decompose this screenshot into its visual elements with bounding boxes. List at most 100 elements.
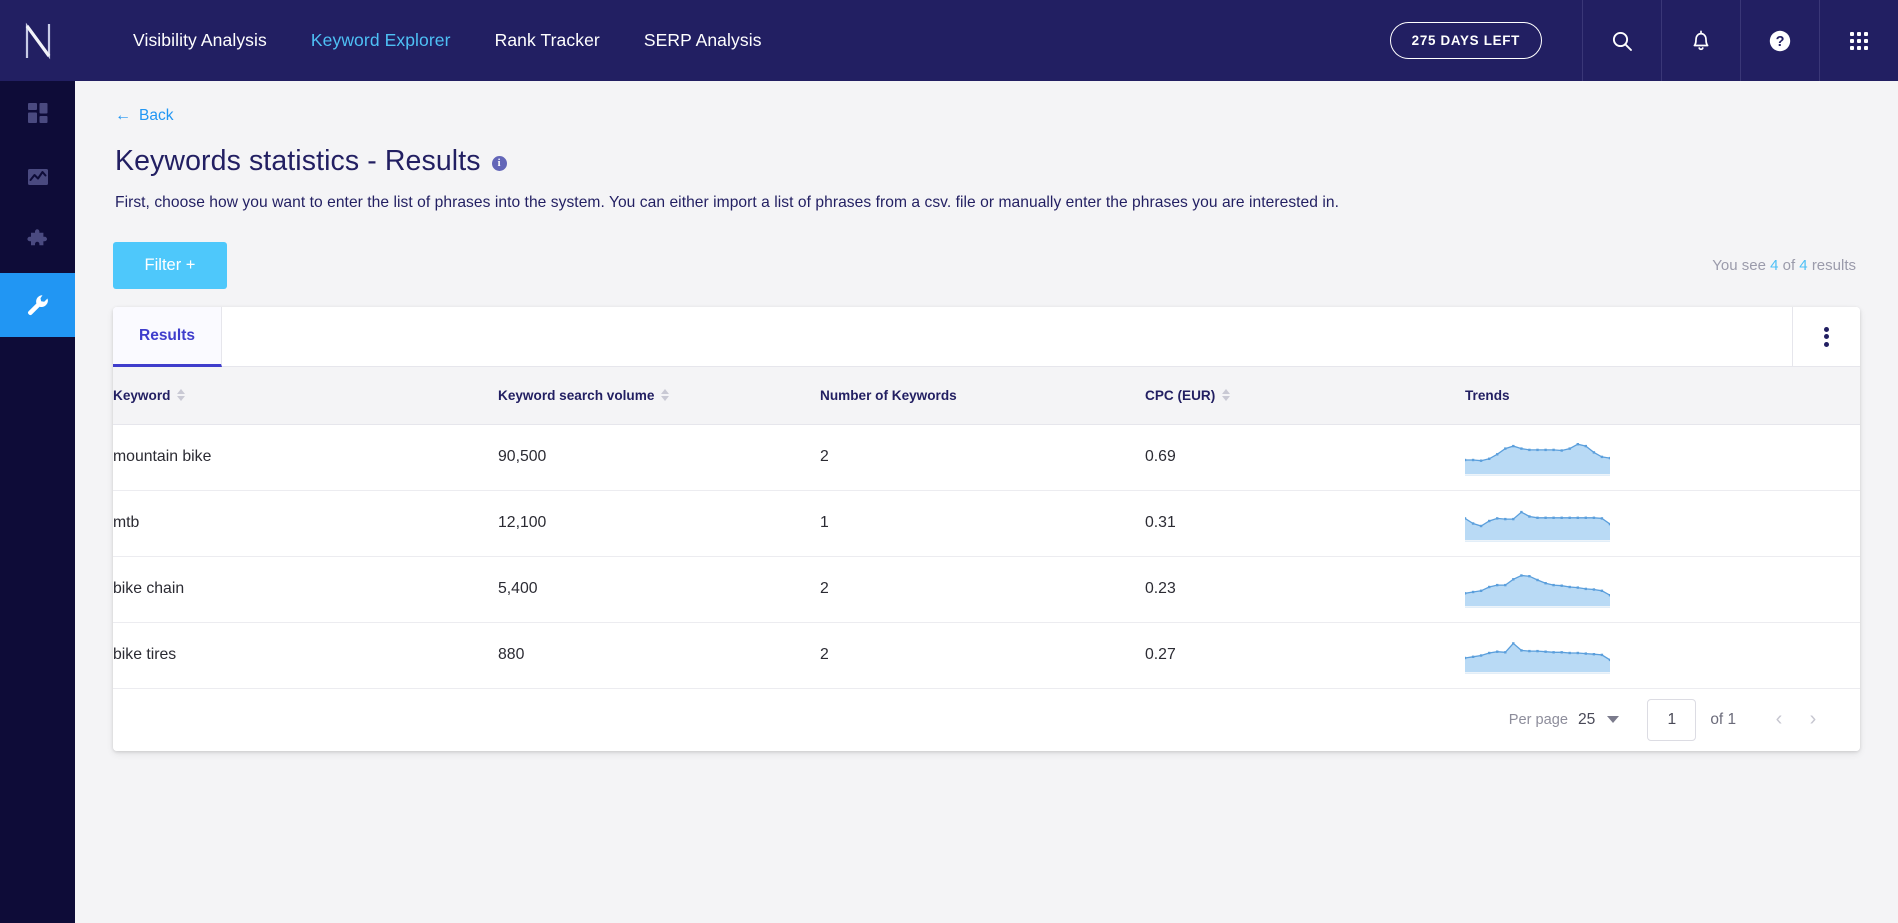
bell-icon [1690, 29, 1712, 53]
trend-sparkline [1465, 636, 1860, 674]
table-row[interactable]: bike tires88020.27 [113, 622, 1860, 688]
search-icon [1611, 30, 1633, 52]
trend-sparkline [1465, 438, 1860, 476]
cell-keyword: mtb [113, 490, 498, 556]
cell-trend [1465, 622, 1860, 688]
help-icon: ? [1768, 29, 1792, 53]
filter-button[interactable]: Filter + [113, 242, 227, 289]
trial-badge-container: 275 DAYS LEFT [1380, 0, 1582, 81]
sidebar-item-dashboard[interactable] [0, 81, 75, 145]
sidebar-item-integrations[interactable] [0, 209, 75, 273]
apps-grid-icon [1848, 30, 1870, 52]
results-count-of: of [1783, 257, 1796, 274]
cell-number-of-keywords: 2 [820, 556, 1145, 622]
sort-icon-search-volume[interactable] [661, 389, 669, 401]
more-vertical-icon [1824, 324, 1829, 349]
table-header: Keyword Keyword search volume [113, 367, 1860, 424]
table-row[interactable]: mountain bike90,50020.69 [113, 424, 1860, 490]
chart-line-icon [25, 164, 51, 190]
cell-keyword: bike chain [113, 556, 498, 622]
cell-cpc: 0.31 [1145, 490, 1465, 556]
column-header-search-volume[interactable]: Keyword search volume [498, 367, 820, 424]
primary-nav-links: Visibility Analysis Keyword Explorer Ran… [75, 0, 784, 81]
column-header-number-of-keywords: Number of Keywords [820, 367, 1145, 424]
column-header-keyword-label: Keyword [113, 388, 170, 403]
cell-trend [1465, 556, 1860, 622]
keywords-table: Keyword Keyword search volume [113, 367, 1860, 689]
column-header-cpc[interactable]: CPC (EUR) [1145, 367, 1465, 424]
content-wrapper: ← Back Keywords statistics - Results i F… [75, 107, 1898, 751]
table-row[interactable]: mtb12,10010.31 [113, 490, 1860, 556]
prev-page-button[interactable]: ‹ [1762, 703, 1796, 737]
puzzle-piece-icon [25, 228, 51, 254]
cell-search-volume: 5,400 [498, 556, 820, 622]
search-button[interactable] [1582, 0, 1661, 81]
table-row[interactable]: bike chain5,40020.23 [113, 556, 1860, 622]
left-sidebar [0, 81, 75, 923]
cell-search-volume: 880 [498, 622, 820, 688]
back-link-label: Back [139, 107, 173, 125]
results-count-total: 4 [1799, 257, 1807, 274]
days-left-badge[interactable]: 275 DAYS LEFT [1390, 22, 1542, 59]
page-title: Keywords statistics - Results [115, 145, 481, 178]
sort-icon-keyword[interactable] [177, 389, 185, 401]
column-header-search-volume-label: Keyword search volume [498, 388, 654, 403]
svg-text:?: ? [1776, 34, 1785, 50]
cell-keyword: mountain bike [113, 424, 498, 490]
results-card: Results Keyword [113, 307, 1860, 751]
cell-cpc: 0.23 [1145, 556, 1465, 622]
tab-results[interactable]: Results [113, 307, 222, 367]
toolbar-row: Filter + You see 4 of 4 results [113, 242, 1860, 289]
page-number-input[interactable] [1647, 699, 1696, 741]
back-arrow-icon: ← [115, 108, 131, 124]
table-header-row: Keyword Keyword search volume [113, 367, 1860, 424]
results-count-suffix: results [1812, 257, 1856, 274]
nav-link-serp-analysis[interactable]: SERP Analysis [622, 30, 784, 51]
results-count-shown: 4 [1770, 257, 1778, 274]
cell-trend [1465, 490, 1860, 556]
card-tabs-row: Results [113, 307, 1860, 367]
card-options-button[interactable] [1792, 307, 1860, 366]
pagination-bar: Per page 25 of 1 ‹ › [113, 689, 1860, 751]
trend-sparkline [1465, 570, 1860, 608]
back-link[interactable]: ← Back [115, 107, 173, 125]
notifications-button[interactable] [1661, 0, 1740, 81]
cell-search-volume: 90,500 [498, 424, 820, 490]
cell-keyword: bike tires [113, 622, 498, 688]
sidebar-item-tools[interactable] [0, 273, 75, 337]
page-title-row: Keywords statistics - Results i [115, 145, 1860, 178]
apps-menu-button[interactable] [1819, 0, 1898, 81]
logo-n-icon [20, 20, 56, 62]
nav-spacer [784, 0, 1380, 81]
results-count-prefix: You see [1712, 257, 1766, 274]
wrench-icon [25, 292, 51, 318]
cell-search-volume: 12,100 [498, 490, 820, 556]
cell-number-of-keywords: 2 [820, 424, 1145, 490]
page-description: First, choose how you want to enter the … [115, 194, 1860, 212]
nav-link-visibility-analysis[interactable]: Visibility Analysis [111, 30, 289, 51]
nav-link-rank-tracker[interactable]: Rank Tracker [473, 30, 622, 51]
table-body: mountain bike90,50020.69mtb12,10010.31bi… [113, 424, 1860, 688]
nav-link-keyword-explorer[interactable]: Keyword Explorer [289, 30, 473, 51]
cell-cpc: 0.27 [1145, 622, 1465, 688]
top-navigation-bar: Visibility Analysis Keyword Explorer Ran… [0, 0, 1898, 81]
chevron-down-icon[interactable] [1607, 716, 1619, 723]
next-page-button[interactable]: › [1796, 703, 1830, 737]
column-header-trends-label: Trends [1465, 388, 1510, 403]
column-header-cpc-label: CPC (EUR) [1145, 388, 1215, 403]
help-button[interactable]: ? [1740, 0, 1819, 81]
trend-sparkline [1465, 504, 1860, 542]
cell-number-of-keywords: 1 [820, 490, 1145, 556]
column-header-keyword[interactable]: Keyword [113, 367, 498, 424]
results-count: You see 4 of 4 results [1712, 257, 1860, 274]
per-page-label: Per page [1509, 712, 1568, 728]
cell-cpc: 0.69 [1145, 424, 1465, 490]
app-logo[interactable] [0, 0, 75, 81]
column-header-trends: Trends [1465, 367, 1860, 424]
sidebar-item-analytics[interactable] [0, 145, 75, 209]
per-page-value[interactable]: 25 [1578, 711, 1595, 729]
column-header-number-of-keywords-label: Number of Keywords [820, 388, 957, 403]
info-icon[interactable]: i [492, 156, 507, 171]
sort-icon-cpc[interactable] [1222, 389, 1230, 401]
main-content-area: ← Back Keywords statistics - Results i F… [75, 81, 1898, 923]
